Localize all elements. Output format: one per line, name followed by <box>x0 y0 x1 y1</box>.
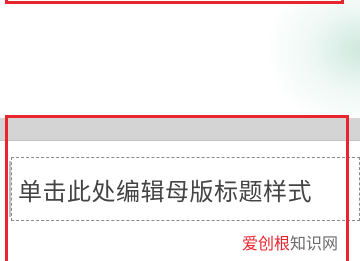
watermark-brand: 爱创根 <box>241 234 290 253</box>
screenshot-canvas: 单击此处编辑母版标题样式 爱创根知识网 <box>0 0 360 261</box>
watermark: 爱创根知识网 <box>242 230 338 254</box>
top-highlight-box <box>5 0 344 4</box>
watermark-site: 知识网 <box>289 234 338 253</box>
background-decoration <box>270 0 360 125</box>
